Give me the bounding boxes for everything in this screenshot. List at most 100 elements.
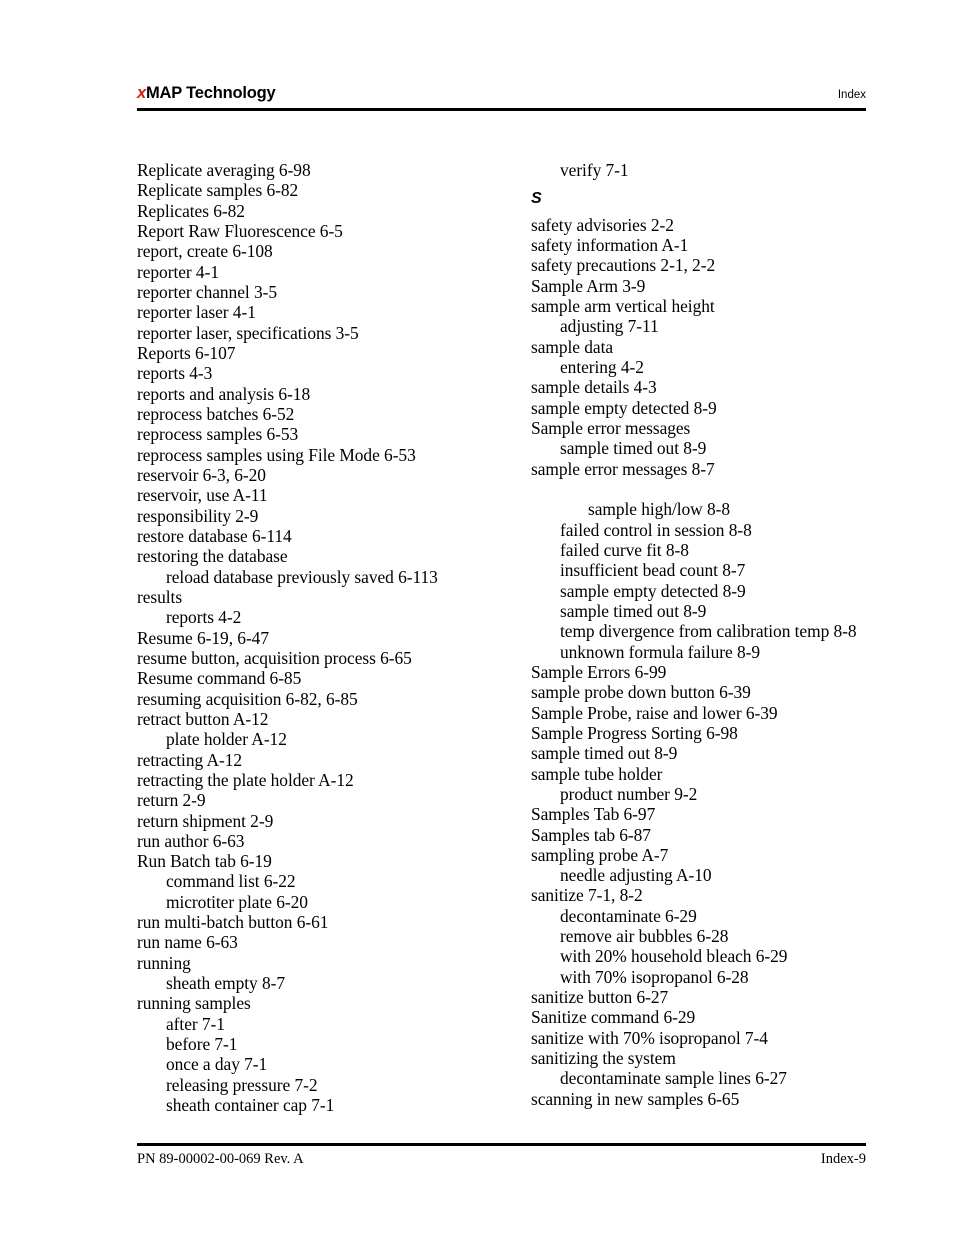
index-entry: Sample Errors 6-99: [531, 661, 667, 682]
index-entry: sample details 4-3: [531, 377, 657, 398]
index-subentry: microtiter plate 6-20: [166, 891, 308, 912]
index-entry: Sample Probe, raise and lower 6-39: [531, 702, 778, 723]
index-section-heading: S: [531, 190, 542, 208]
index-subentry: before 7-1: [166, 1034, 238, 1055]
index-subentry: decontaminate sample lines 6-27: [560, 1068, 787, 1089]
index-entry: restore database 6-114: [137, 525, 292, 546]
index-entry: running samples: [137, 993, 251, 1014]
index-entry: Resume command 6-85: [137, 668, 302, 689]
index-entry: retracting A-12: [137, 749, 243, 770]
index-subentry: product number 9-2: [560, 783, 698, 804]
brand-x-mark: x: [137, 84, 146, 102]
index-entry: scanning in new samples 6-65: [531, 1088, 740, 1109]
index-subentry: with 20% household bleach 6-29: [560, 946, 788, 967]
index-entry: sample timed out 8-9: [531, 743, 678, 764]
index-entry: Run Batch tab 6-19: [137, 851, 272, 872]
index-entry: reports 4-3: [137, 363, 213, 384]
index-entry: sample probe down button 6-39: [531, 682, 751, 703]
index-entry: run name 6-63: [137, 932, 238, 953]
index-subentry: unknown formula failure 8-9: [560, 641, 761, 662]
index-entry: safety precautions 2-1, 2-2: [531, 255, 716, 276]
index-subentry: plate holder A-12: [166, 729, 287, 750]
index-entry: return shipment 2-9: [137, 810, 274, 831]
index-entry: sample tube holder: [531, 763, 663, 784]
index-entry: Samples Tab 6-97: [531, 804, 656, 825]
index-entry: Sanitize command 6-29: [531, 1007, 696, 1028]
index-entry: run multi-batch button 6-61: [137, 912, 329, 933]
index-entry: report, create 6-108: [137, 241, 273, 262]
index-entry: Replicate averaging 6-98: [137, 160, 311, 180]
index-entry: sanitizing the system: [531, 1048, 676, 1069]
index-entry: retract button A-12: [137, 708, 269, 729]
index-subentry: needle adjusting A-10: [560, 865, 712, 886]
index-entry: resuming acquisition 6-82, 6-85: [137, 688, 358, 709]
index-subentry: sample high/low 8-8: [588, 499, 731, 520]
index-entry: Samples tab 6-87: [531, 824, 651, 845]
index-spacer: [531, 479, 881, 499]
index-subentry: sheath container cap 7-1: [166, 1095, 335, 1116]
index-entry: reporter laser, specifications 3-5: [137, 322, 359, 343]
index-subentry: verify 7-1: [560, 160, 629, 180]
page-header: xMAP Technology Index: [137, 84, 866, 110]
index-entry: return 2-9: [137, 790, 206, 811]
index-entry: reprocess batches 6-52: [137, 403, 295, 424]
index-entry: Replicate samples 6-82: [137, 180, 299, 201]
index-entry: running: [137, 952, 191, 973]
index-subentry: reports 4-2: [166, 607, 242, 628]
index-subentry: sample empty detected 8-9: [560, 580, 746, 601]
index-entry: reservoir 6-3, 6-20: [137, 464, 266, 485]
index-entry: Replicates 6-82: [137, 200, 245, 221]
page-footer: PN 89-00002-00-069 Rev. A Index-9: [137, 1151, 866, 1173]
index-entry: sanitize 7-1, 8-2: [531, 885, 643, 906]
index-subentry: entering 4-2: [560, 356, 644, 377]
index-entry: sample data: [531, 336, 614, 357]
footer-divider: [137, 1143, 866, 1146]
index-entry: Sample Arm 3-9: [531, 275, 646, 296]
index-entry: sample arm vertical height: [531, 295, 715, 316]
index-page: xMAP Technology Index Replicate averagin…: [0, 0, 954, 1235]
index-entry: reprocess samples using File Mode 6-53: [137, 444, 416, 465]
index-subentry: after 7-1: [166, 1013, 225, 1034]
footer-page-label: Index-9: [820, 1151, 866, 1167]
index-entry: Sample error messages: [531, 417, 691, 438]
index-entry: results: [137, 586, 183, 607]
index-subentry: remove air bubbles 6-28: [560, 926, 729, 947]
index-entry: run author 6-63: [137, 830, 245, 851]
index-entry: reporter laser 4-1: [137, 302, 256, 323]
index-entry: Reports 6-107: [137, 342, 236, 363]
index-entry: reprocess samples 6-53: [137, 424, 299, 445]
index-subentry: command list 6-22: [166, 871, 296, 892]
index-entry: resume button, acquisition process 6-65: [137, 647, 412, 668]
index-entry: sanitize button 6-27: [531, 987, 669, 1008]
index-entry: safety information A-1: [531, 234, 689, 255]
index-subentry: reload database previously saved 6-113: [166, 566, 438, 587]
index-subentry: failed control in session 8-8: [560, 519, 752, 540]
index-subentry: adjusting 7-11: [560, 316, 659, 337]
footer-part-number: PN 89-00002-00-069 Rev. A: [137, 1151, 304, 1167]
index-subentry: failed curve fit 8-8: [560, 539, 689, 560]
index-subentry: decontaminate 6-29: [560, 905, 697, 926]
index-subentry: releasing pressure 7-2: [166, 1074, 318, 1095]
index-entry: reporter channel 3-5: [137, 281, 277, 302]
index-entry: Sample Progress Sorting 6-98: [531, 722, 738, 743]
header-section-label: Index: [837, 89, 866, 101]
header-divider: [137, 108, 866, 111]
index-entry: sampling probe A-7: [531, 844, 669, 865]
index-entry: reports and analysis 6-18: [137, 383, 311, 404]
index-entry: reservoir, use A-11: [137, 485, 268, 506]
index-subentry: sample timed out 8-9: [560, 600, 707, 621]
index-subentry: with 70% isopropanol 6-28: [560, 966, 749, 987]
index-entry: sample empty detected 8-9: [531, 397, 717, 418]
index-column-right: verify 7-1 Ssafety advisories 2-2 safety i…: [531, 160, 881, 1109]
index-entry: sanitize with 70% isopropanol 7-4: [531, 1027, 768, 1048]
index-column-left: Replicate averaging 6-98 Replicate sample…: [137, 160, 487, 1115]
index-subentry: insufficient bead count 8-7: [560, 560, 746, 581]
brand-title: xMAP Technology: [137, 84, 276, 103]
index-subentry: sheath empty 8-7: [166, 973, 285, 994]
index-subentry: sample timed out 8-9: [560, 438, 707, 459]
index-entry: safety advisories 2-2: [531, 214, 674, 235]
brand-title-text: MAP Technology: [145, 84, 276, 102]
index-entry: retracting the plate holder A-12: [137, 769, 354, 790]
index-columns: Replicate averaging 6-98 Replicate sample…: [137, 160, 866, 1120]
index-subentry: once a day 7-1: [166, 1054, 268, 1075]
